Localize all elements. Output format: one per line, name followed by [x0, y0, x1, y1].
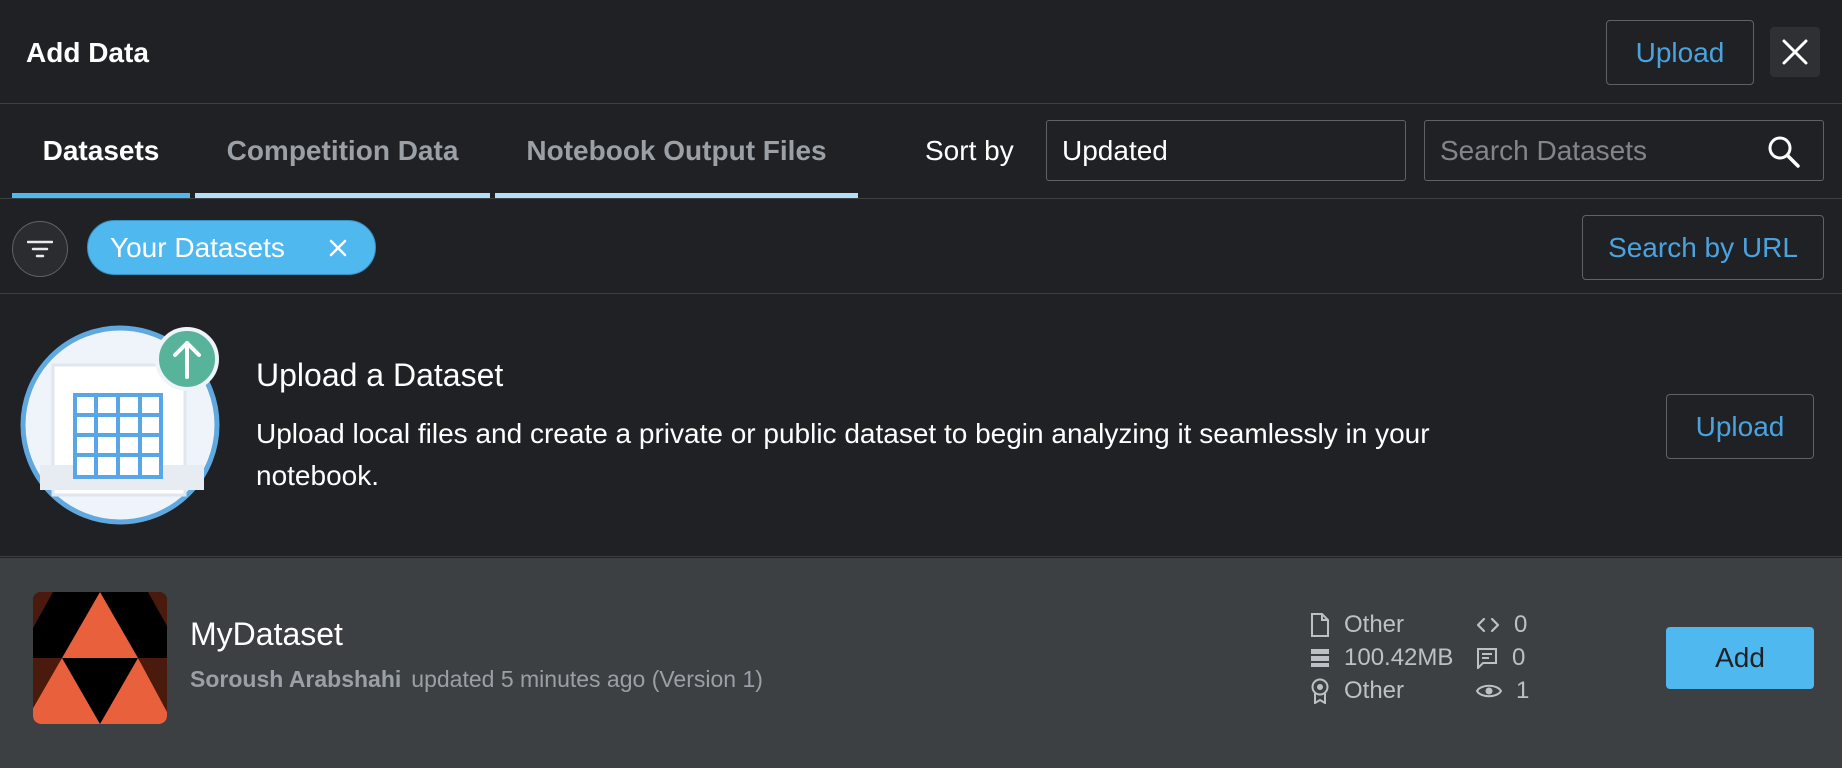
dataset-owner[interactable]: Soroush Arabshahi — [190, 666, 401, 692]
dataset-name[interactable]: MyDataset — [190, 616, 343, 653]
code-count-value: 0 — [1514, 611, 1528, 638]
file-type-value: Other — [1344, 611, 1405, 638]
tab-datasets[interactable]: Datasets — [12, 104, 190, 198]
tab-competition-data[interactable]: Competition Data — [195, 104, 490, 198]
sort-label: Sort by — [925, 135, 1014, 166]
storage-icon — [1311, 649, 1329, 667]
upload-dataset-section: Upload a Dataset Upload local files and … — [0, 295, 1842, 557]
filter-chip-your-datasets: Your Datasets — [87, 220, 376, 275]
file-icon — [1311, 613, 1329, 637]
add-dataset-button[interactable]: Add — [1666, 627, 1814, 689]
upload-dataset-button[interactable]: Upload — [1666, 394, 1814, 459]
dataset-list-item[interactable]: MyDataset Soroush Arabshahi updated 5 min… — [0, 558, 1842, 768]
comment-count-stat: 0 — [1476, 643, 1525, 673]
dataset-thumbnail — [33, 592, 167, 724]
dataset-updated: updated 5 minutes ago (Version 1) — [411, 666, 763, 692]
search-input[interactable] — [1425, 134, 1745, 167]
eye-icon — [1476, 684, 1502, 698]
dialog-title: Add Data — [26, 37, 149, 68]
search-by-url-button[interactable]: Search by URL — [1582, 215, 1824, 280]
file-type-stat: Other — [1310, 610, 1404, 640]
comment-count-value: 0 — [1512, 644, 1526, 671]
dialog-header: Add Data Upload — [0, 0, 1842, 104]
filter-chip-label: Your Datasets — [110, 231, 285, 263]
upload-section-description: Upload local files and create a private … — [256, 418, 1430, 491]
license-value: Other — [1344, 677, 1405, 704]
tab-notebook-output-files[interactable]: Notebook Output Files — [495, 104, 858, 198]
upload-section-title: Upload a Dataset — [256, 357, 504, 393]
view-count-value: 1 — [1516, 677, 1530, 704]
sort-select[interactable]: Updated — [1046, 120, 1406, 181]
view-count-stat: 1 — [1476, 676, 1529, 706]
filter-icon — [27, 240, 53, 258]
comment-icon — [1477, 648, 1497, 669]
tabs-bar: Datasets Competition Data Notebook Outpu… — [0, 104, 1842, 199]
code-icon — [1476, 617, 1500, 633]
chip-close-icon[interactable] — [325, 235, 351, 261]
search-box — [1424, 120, 1824, 181]
search-icon[interactable] — [1767, 135, 1801, 169]
license-stat: Other — [1310, 676, 1404, 706]
filter-button[interactable] — [12, 221, 68, 277]
code-count-stat: 0 — [1476, 610, 1527, 640]
close-icon — [1782, 39, 1808, 65]
size-stat: 100.42MB — [1310, 643, 1453, 673]
upload-button[interactable]: Upload — [1606, 20, 1754, 85]
filter-bar: Your Datasets Search by URL — [0, 200, 1842, 294]
upload-dataset-illustration — [20, 325, 220, 525]
dataset-meta: Soroush Arabshahi updated 5 minutes ago (… — [190, 666, 763, 693]
license-icon — [1311, 678, 1329, 704]
close-button[interactable] — [1770, 27, 1820, 77]
size-value: 100.42MB — [1344, 644, 1454, 671]
